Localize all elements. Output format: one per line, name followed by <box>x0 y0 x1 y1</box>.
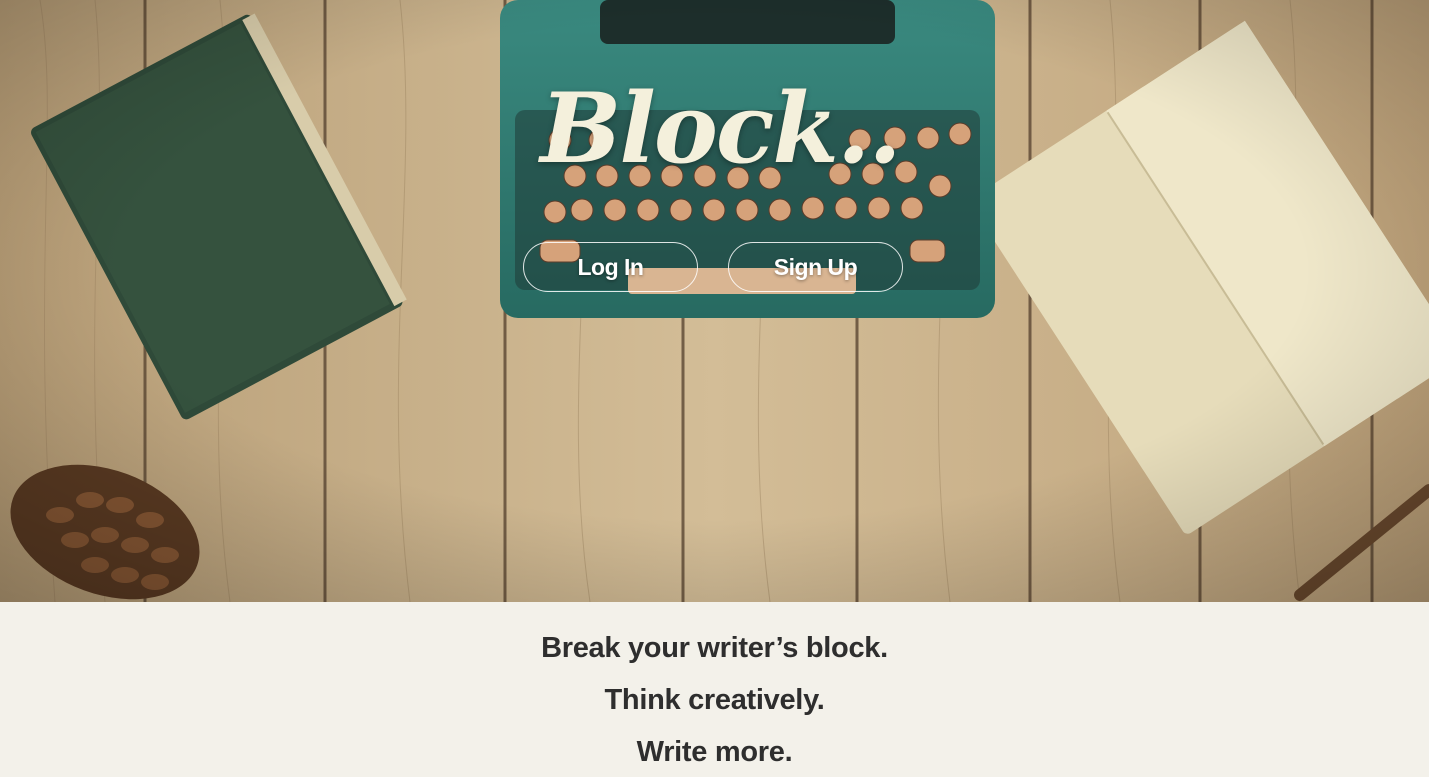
hero-section: Block.. Log In Sign Up <box>0 0 1429 602</box>
login-button[interactable]: Log In <box>523 242 698 292</box>
tagline-write-more: Write more. <box>636 736 793 768</box>
tagline-section: Break your writer’s block. Think creativ… <box>0 602 1429 777</box>
tagline-break-block: Break your writer’s block. <box>541 632 888 664</box>
signup-button[interactable]: Sign Up <box>728 242 903 292</box>
tagline-think-creatively: Think creatively. <box>604 684 825 716</box>
logo: Block.. <box>540 72 901 185</box>
